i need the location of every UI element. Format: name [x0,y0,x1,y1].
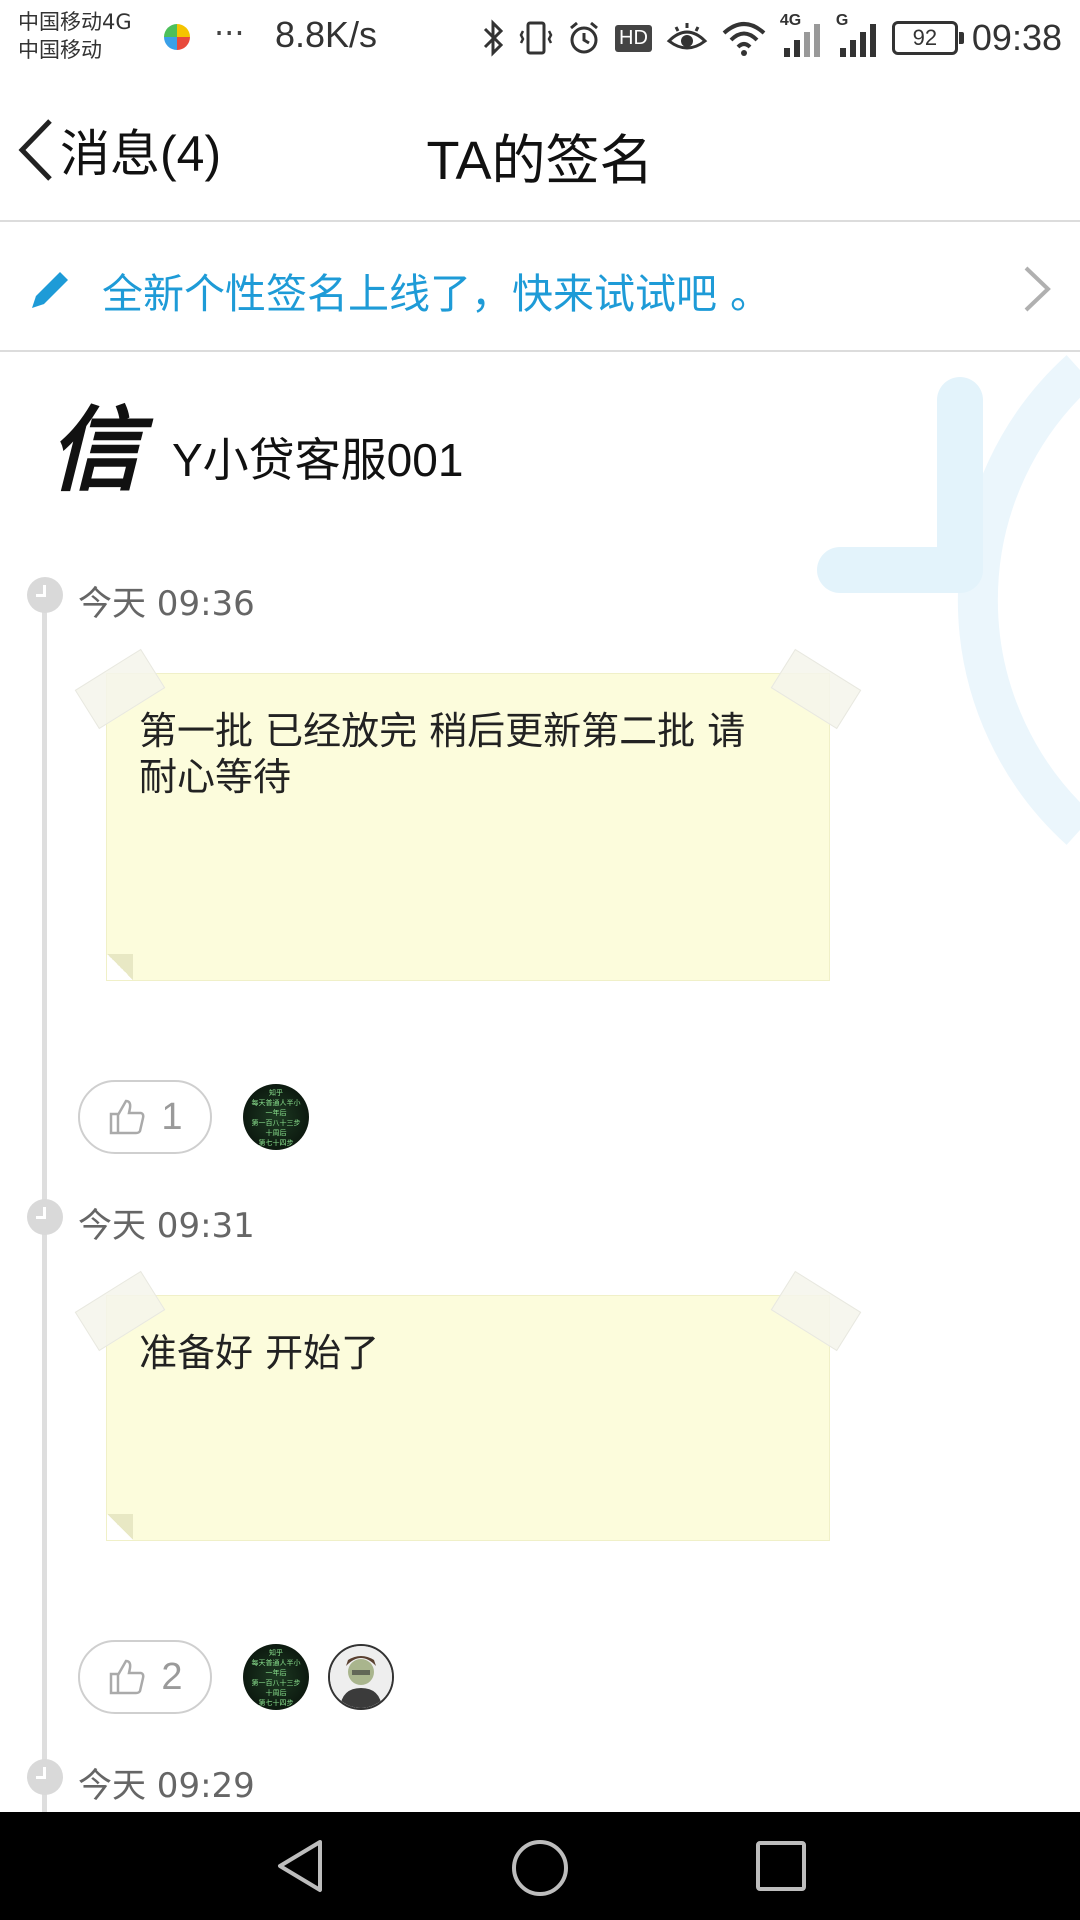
bluetooth-icon [483,19,504,57]
timeline-clock-icon [27,577,63,613]
back-triangle-icon[interactable] [272,1838,328,1894]
app-notification-icon [164,24,190,50]
liker-avatar-text: 一年后 [265,1109,287,1117]
signature-text: 第一批 已经放完 稍后更新第二批 请耐心等待 [139,709,746,799]
vibrate-icon [519,21,553,55]
more-notifications-icon: ··· [214,14,245,52]
liker-avatar[interactable]: 知乎 每天普通人半小 一年后 第一百八十三步 十周后 第七十四步 [243,1084,309,1150]
thumbs-up-icon [110,1099,145,1135]
liker-avatar-text: 每天普通人半小 [251,1099,301,1107]
liker-avatar-text: 知乎 [269,1649,283,1657]
thumbs-up-icon [110,1659,145,1695]
signal-g-icon: G [836,12,878,58]
like-count: 2 [161,1655,183,1698]
timeline-clock-icon [27,1759,63,1795]
liker-avatar-text: 十周后 [265,1689,287,1697]
entry-time: 今天 09:36 [78,584,255,624]
home-circle-icon[interactable] [510,1838,570,1898]
entry-time: 今天 09:31 [78,1206,255,1246]
like-button[interactable]: 2 [78,1640,212,1714]
entry-time: 今天 09:29 [78,1766,255,1806]
liker-avatar-text: 第一百八十三步 [251,1679,301,1687]
like-count: 1 [161,1095,183,1138]
liker-avatar-text: 第七十四步 [258,1139,294,1147]
signal-4g-icon: 4G [780,12,822,58]
timeline-clock-icon [27,1199,63,1235]
hd-icon: HD [615,24,652,52]
carrier-1: 中国移动4G [18,10,132,34]
liker-avatar-text: 第七十四步 [258,1699,294,1707]
liker-avatar[interactable]: 知乎 每天普通人半小 一年后 第一百八十三步 十周后 第七十四步 [243,1644,309,1710]
wifi-icon [722,22,766,56]
folded-corner [107,1514,133,1540]
clock: 09:38 [971,17,1062,58]
person-avatar-icon [330,1646,392,1708]
liker-avatar[interactable] [328,1644,394,1710]
signature-note[interactable]: 第一批 已经放完 稍后更新第二批 请耐心等待 [74,648,862,981]
status-icons: HD 4G G 92 09:38 [481,10,1062,66]
signature-note[interactable]: 准备好 开始了 [74,1270,862,1541]
chevron-right-icon [1024,266,1051,312]
like-button[interactable]: 1 [78,1080,212,1154]
eye-icon [666,23,708,50]
tape-decoration [770,1270,862,1352]
status-bar: 中国移动4G 中国移动 ··· 8.8K/s HD 4G G 92 09:38 [0,0,1080,76]
recents-square-icon[interactable] [754,1838,808,1894]
profile-name: Y小贷客服001 [172,434,464,486]
folded-corner [107,954,133,980]
system-nav-bar [0,1812,1080,1920]
liker-avatar-text: 十周后 [265,1129,287,1137]
liker-avatar-text: 一年后 [265,1669,287,1677]
net-speed: 8.8K/s [275,14,378,55]
liker-avatar-text: 第一百八十三步 [251,1119,301,1127]
signature-promo-banner[interactable]: 全新个性签名上线了，快来试试吧 。 [0,222,1080,352]
battery-icon: 92 [891,21,964,55]
nav-bar: 消息(4) TA的签名 [0,76,1080,222]
profile-avatar[interactable]: 信 [40,395,150,505]
liker-avatar-text: 知乎 [269,1089,283,1097]
battery-level: 92 [912,25,938,50]
signature-text: 准备好 开始了 [139,1331,380,1375]
liker-avatar-text: 每天普通人半小 [251,1659,301,1667]
alarm-icon [570,21,598,54]
page-title: TA的签名 [426,131,654,191]
carrier-2: 中国移动 [18,38,102,62]
carrier-info: 中国移动4G 中国移动 [18,8,132,64]
pencil-icon [32,272,68,308]
banner-text: 全新个性签名上线了，快来试试吧 。 [102,270,772,318]
avatar-calligraphy: 信 [48,396,141,504]
